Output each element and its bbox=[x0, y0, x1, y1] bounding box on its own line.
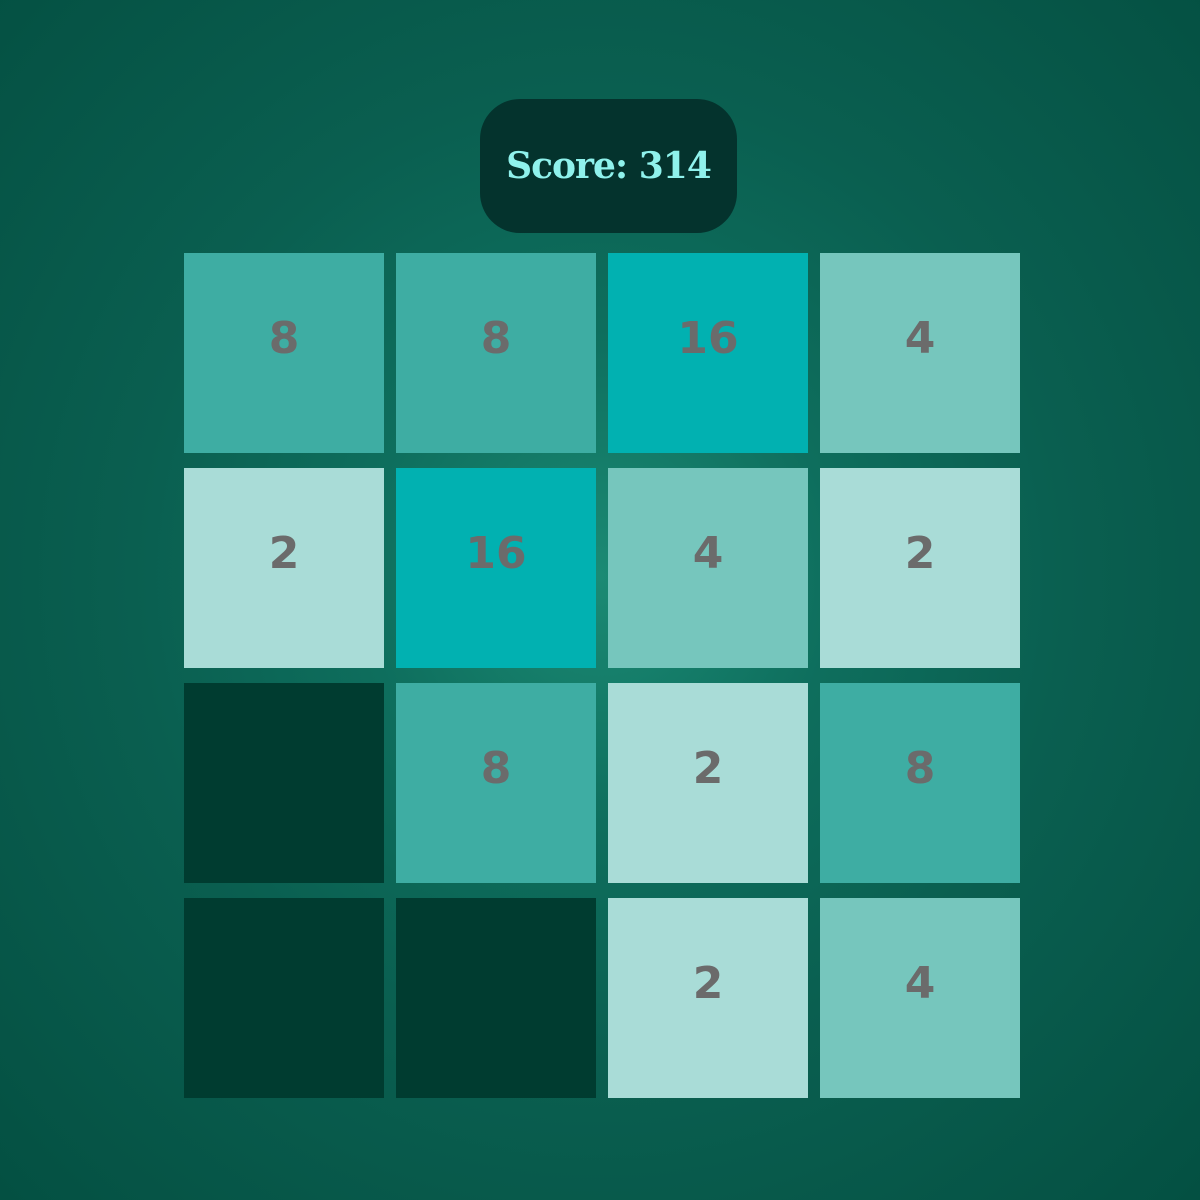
tile-value: 4 bbox=[904, 957, 936, 1009]
tile-value: 8 bbox=[904, 742, 936, 794]
tile: 4 bbox=[820, 898, 1020, 1098]
tile-value: 2 bbox=[692, 957, 724, 1009]
tile: 8 bbox=[396, 253, 596, 453]
tile: 8 bbox=[820, 683, 1020, 883]
tile: 2 bbox=[820, 468, 1020, 668]
tile: 4 bbox=[608, 468, 808, 668]
tile-value: 2 bbox=[692, 742, 724, 794]
tile-value: 16 bbox=[465, 527, 527, 579]
tile-value: 16 bbox=[677, 312, 739, 364]
empty-tile bbox=[184, 683, 384, 883]
tile-value: 8 bbox=[268, 312, 300, 364]
tile-value: 8 bbox=[480, 312, 512, 364]
tile: 8 bbox=[184, 253, 384, 453]
tile-value: 2 bbox=[268, 527, 300, 579]
empty-tile bbox=[396, 898, 596, 1098]
tile: 16 bbox=[608, 253, 808, 453]
tile: 2 bbox=[608, 898, 808, 1098]
score-label: Score: 314 bbox=[506, 145, 712, 187]
tile: 2 bbox=[184, 468, 384, 668]
tile: 2 bbox=[608, 683, 808, 883]
score-panel: Score: 314 bbox=[480, 99, 737, 233]
tile: 16 bbox=[396, 468, 596, 668]
tile-value: 2 bbox=[904, 527, 936, 579]
tile: 4 bbox=[820, 253, 1020, 453]
empty-tile bbox=[184, 898, 384, 1098]
tile: 8 bbox=[396, 683, 596, 883]
tile-value: 8 bbox=[480, 742, 512, 794]
tile-value: 4 bbox=[692, 527, 724, 579]
tile-value: 4 bbox=[904, 312, 936, 364]
